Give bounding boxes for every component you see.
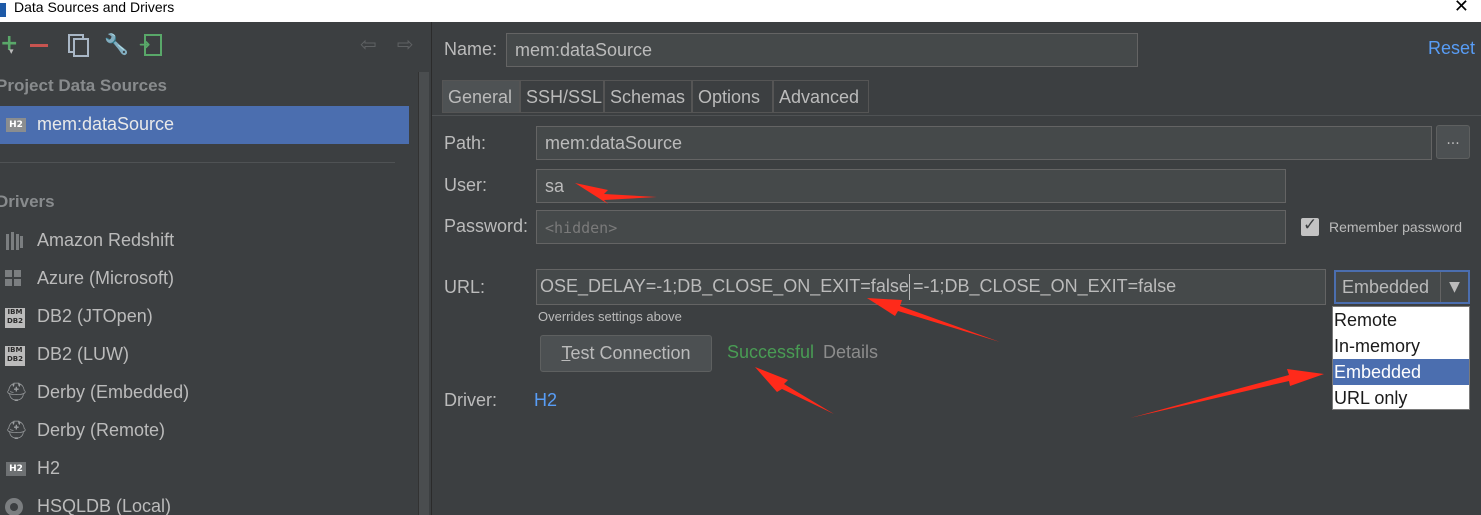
app-icon bbox=[0, 3, 6, 17]
tab-advanced[interactable]: Advanced bbox=[773, 80, 869, 113]
url-type-options: Remote In-memory Embedded URL only bbox=[1332, 306, 1470, 410]
chevron-down-icon[interactable]: ▼ bbox=[1440, 272, 1468, 302]
back-icon[interactable]: ⇦ bbox=[360, 34, 377, 54]
sidebar-separator bbox=[0, 162, 395, 163]
password-field[interactable]: <hidden> bbox=[536, 210, 1286, 244]
drivers-header: Drivers bbox=[0, 192, 55, 211]
derby-hat-icon: ⛑ bbox=[5, 382, 28, 403]
window-title: Data Sources and Drivers bbox=[14, 0, 175, 15]
driver-label: Derby (Embedded) bbox=[37, 382, 190, 402]
forward-icon[interactable]: ⇨ bbox=[397, 34, 414, 54]
password-placeholder: <hidden> bbox=[545, 219, 618, 237]
user-label: User: bbox=[444, 175, 488, 195]
driver-item-db2-luw[interactable]: IBM DB2 DB2 (LUW) bbox=[0, 336, 410, 374]
name-label: Name: bbox=[444, 39, 498, 59]
url-type-option-in-memory[interactable]: In-memory bbox=[1333, 333, 1469, 359]
tab-options[interactable]: Options bbox=[692, 80, 773, 113]
driver-link[interactable]: H2 bbox=[534, 390, 557, 411]
test-connection-button[interactable]: Test Connection bbox=[540, 335, 712, 372]
driver-label: DB2 (LUW) bbox=[37, 344, 130, 364]
driver-item-amazon-redshift[interactable]: Amazon Redshift bbox=[0, 222, 410, 260]
password-label: Password: bbox=[444, 216, 529, 236]
sidebar-scrollbar[interactable] bbox=[418, 72, 429, 515]
tab-schemas[interactable]: Schemas bbox=[604, 80, 692, 113]
driver-label: Driver: bbox=[444, 390, 497, 410]
url-type-option-remote[interactable]: Remote bbox=[1333, 307, 1469, 333]
remember-password-label: Remember password bbox=[1329, 219, 1463, 235]
tab-panel-border bbox=[432, 115, 1481, 116]
tab-ssh-ssl[interactable]: SSH/SSL bbox=[520, 80, 604, 113]
driver-label: Azure (Microsoft) bbox=[37, 268, 175, 288]
sidebar: + ▾ 🔧 ➜ ⇦ ⇨ Project Data Sources H2 mem:… bbox=[0, 22, 430, 515]
reset-link[interactable]: Reset bbox=[1428, 38, 1475, 59]
path-field[interactable]: mem:dataSource bbox=[536, 126, 1432, 160]
driver-item-derby-remote[interactable]: ⛑ Derby (Remote) bbox=[0, 412, 410, 450]
h2-icon: H2 bbox=[6, 462, 26, 476]
window-titlebar: Data Sources and Drivers ✕ bbox=[0, 0, 1481, 22]
ibm-db2-icon: IBM DB2 bbox=[5, 346, 25, 366]
url-field[interactable]: OSE_DELAY=-1;DB_CLOSE_ON_EXIT=false =-1;… bbox=[536, 269, 1326, 305]
ibm-db2-icon: IBM DB2 bbox=[5, 308, 25, 328]
details-link[interactable]: Details bbox=[823, 342, 878, 363]
driver-label: Derby (Remote) bbox=[37, 420, 166, 440]
remember-password-checkbox[interactable] bbox=[1301, 215, 1319, 236]
driver-label: DB2 (JTOpen) bbox=[37, 306, 153, 326]
redshift-icon bbox=[5, 232, 23, 250]
remove-icon[interactable] bbox=[30, 44, 48, 47]
h2-icon: H2 bbox=[6, 118, 26, 132]
close-icon[interactable]: ✕ bbox=[1454, 0, 1469, 16]
data-source-label: mem:dataSource bbox=[37, 114, 175, 134]
hsqldb-icon bbox=[5, 498, 23, 515]
user-field[interactable]: sa bbox=[536, 169, 1286, 203]
project-data-sources-header: Project Data Sources bbox=[0, 76, 168, 95]
url-type-select[interactable]: Embedded ▼ bbox=[1334, 270, 1470, 304]
test-connection-label: est Connection bbox=[570, 343, 691, 363]
data-source-item[interactable]: H2 mem:dataSource bbox=[0, 106, 409, 144]
driver-item-derby-embedded[interactable]: ⛑ Derby (Embedded) bbox=[0, 374, 410, 412]
data-source-settings-panel: Name: mem:dataSource Reset General SSH/S… bbox=[431, 22, 1481, 515]
path-value: mem:dataSource bbox=[545, 133, 683, 153]
text-cursor bbox=[909, 274, 910, 300]
name-value: mem:dataSource bbox=[515, 40, 653, 60]
url-type-option-embedded[interactable]: Embedded bbox=[1333, 359, 1469, 385]
driver-properties-icon[interactable]: 🔧 bbox=[104, 34, 129, 54]
driver-item-hsqldb-local[interactable]: HSQLDB (Local) bbox=[0, 488, 410, 515]
tab-general[interactable]: General bbox=[442, 80, 520, 113]
url-value-overflow: =-1;DB_CLOSE_ON_EXIT=false bbox=[913, 276, 1177, 296]
driver-label: HSQLDB (Local) bbox=[37, 496, 172, 515]
connection-status: Successful bbox=[727, 342, 815, 362]
driver-item-azure[interactable]: Azure (Microsoft) bbox=[0, 260, 410, 298]
derby-hat-icon: ⛑ bbox=[5, 420, 28, 441]
driver-item-db2-jtopen[interactable]: IBM DB2 DB2 (JTOpen) bbox=[0, 298, 410, 336]
url-type-value: Embedded bbox=[1342, 277, 1430, 297]
url-value: OSE_DELAY=-1;DB_CLOSE_ON_EXIT=false bbox=[540, 276, 909, 296]
user-value: sa bbox=[545, 176, 565, 196]
url-label: URL: bbox=[444, 277, 486, 297]
driver-label: H2 bbox=[37, 458, 61, 478]
driver-item-h2[interactable]: H2 H2 bbox=[0, 450, 410, 488]
url-hint: Overrides settings above bbox=[538, 309, 682, 324]
path-label: Path: bbox=[444, 133, 487, 153]
name-field[interactable]: mem:dataSource bbox=[506, 33, 1138, 67]
browse-path-button[interactable]: ... bbox=[1436, 125, 1470, 159]
windows-icon bbox=[5, 270, 21, 286]
add-dropdown-arrow-icon[interactable]: ▾ bbox=[9, 48, 14, 57]
driver-label: Amazon Redshift bbox=[37, 230, 175, 250]
url-type-option-url-only[interactable]: URL only bbox=[1333, 385, 1469, 411]
